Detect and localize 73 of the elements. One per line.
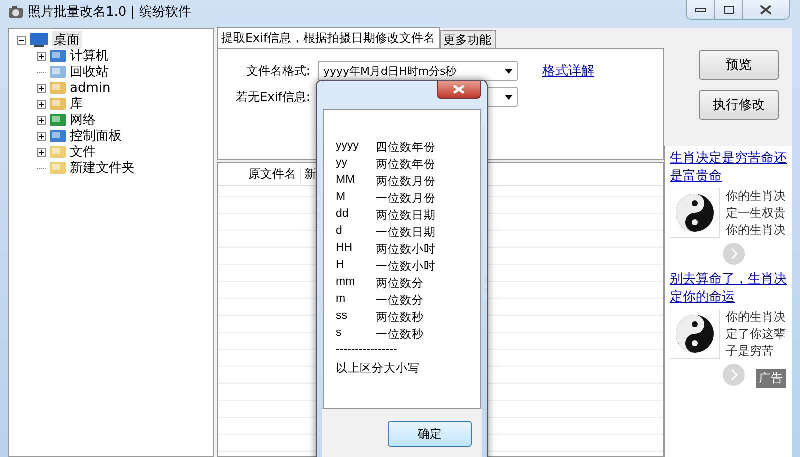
format-description: 两位数年份 <box>376 158 436 173</box>
column-header[interactable]: 新 <box>301 166 320 182</box>
format-description: 一位数分 <box>376 294 424 309</box>
tree-item[interactable]: 文件 <box>70 143 96 161</box>
collapse-icon[interactable] <box>17 36 26 44</box>
tree-item[interactable]: 控制面板 <box>70 127 122 145</box>
tab[interactable]: 提取Exif信息，根据拍摄日期修改文件名 <box>217 27 440 48</box>
yin-yang-icon <box>670 309 720 359</box>
format-description: 两位数日期 <box>376 208 436 224</box>
desktop-icon <box>29 32 49 48</box>
minimize-icon <box>694 6 706 12</box>
format-label: 文件名格式: <box>245 62 310 80</box>
maximize-icon <box>722 4 734 14</box>
format-code: yyyy <box>336 140 360 154</box>
apply-button[interactable]: 执行修改 <box>699 90 779 120</box>
format-description: 一位数月份 <box>376 192 436 207</box>
note-text: 以上区分大小写 <box>336 362 420 377</box>
preview-button[interactable]: 预览 <box>699 50 779 80</box>
format-help-link[interactable]: 格式详解 <box>542 62 594 80</box>
tab[interactable]: 更多功能 <box>440 30 496 48</box>
format-description: 两位数小时 <box>376 242 436 258</box>
format-code: m <box>336 293 347 307</box>
tree-item[interactable]: 计算机 <box>70 47 109 65</box>
expand-icon[interactable] <box>37 148 46 156</box>
ad-link[interactable]: 别去算命了，生肖决定你的命运 <box>670 271 788 307</box>
tree-item[interactable]: 回收站 <box>70 63 109 81</box>
format-code: HH <box>336 242 354 256</box>
format-description: 一位数小时 <box>376 260 436 275</box>
format-code: yy <box>336 157 348 171</box>
format-code: mm <box>336 276 356 290</box>
no-exif-label: 若无Exif信息: <box>235 88 310 106</box>
format-description: 四位数年份 <box>376 140 436 156</box>
format-code: M <box>336 191 347 205</box>
format-description: 两位数分 <box>376 276 424 292</box>
format-code: ss <box>336 310 348 324</box>
tree-item[interactable]: 新建文件夹 <box>70 159 135 177</box>
format-code: H <box>336 259 346 273</box>
expand-icon[interactable] <box>37 116 46 124</box>
tree-item[interactable]: 网络 <box>70 111 96 129</box>
expand-icon[interactable] <box>37 132 46 140</box>
tree-item[interactable]: admin <box>70 80 111 96</box>
minimize-button[interactable] <box>687 0 715 19</box>
close-button[interactable] <box>743 0 789 19</box>
format-code: d <box>336 225 344 239</box>
format-code: s <box>336 327 343 341</box>
ad-link[interactable]: 生肖决定是穷苦命还是富贵命 <box>670 150 788 186</box>
separator-text: ---------------- <box>336 344 398 358</box>
close-button[interactable] <box>437 81 481 99</box>
window-title: 照片批量改名1.0 | 缤纷软件 <box>28 4 192 21</box>
ad-text: 你的生肖决 定了你这辈 子是穷苦 <box>726 309 786 360</box>
ok-button[interactable]: 确定 <box>388 421 472 447</box>
close-icon <box>453 85 465 94</box>
close-icon <box>760 4 772 14</box>
format-description: 一位数日期 <box>376 226 436 241</box>
ad-label: 广告 <box>756 369 786 388</box>
caret-icon <box>505 94 514 100</box>
format-description: 两位数秒 <box>376 310 424 326</box>
camera-icon <box>8 5 24 19</box>
maximize-button[interactable] <box>715 0 743 19</box>
yin-yang-icon <box>670 188 720 238</box>
ad-text: 你的生肖决 定一生权贵 你的生肖决 <box>726 188 786 239</box>
tree-item[interactable]: 库 <box>70 95 83 113</box>
expand-icon[interactable] <box>37 52 46 60</box>
format-code: MM <box>336 174 356 188</box>
format-dropdown[interactable]: yyyy年M月d日H时m分s秒 <box>318 61 518 81</box>
format-description: 两位数月份 <box>376 174 436 190</box>
expand-icon[interactable] <box>37 84 46 92</box>
column-header[interactable]: 原文件名 <box>218 166 302 182</box>
tree-item[interactable]: 桌面 <box>52 31 82 49</box>
format-code: dd <box>336 208 350 222</box>
expand-icon[interactable] <box>37 100 46 108</box>
format-description: 一位数秒 <box>376 328 424 343</box>
caret-icon <box>505 68 514 74</box>
